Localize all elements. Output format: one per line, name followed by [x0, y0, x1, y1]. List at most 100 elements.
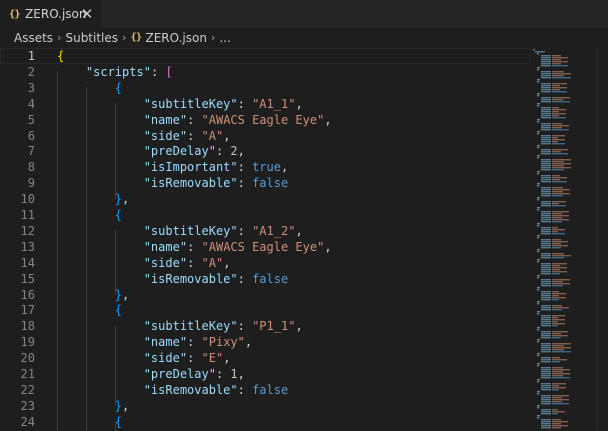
code-token: "AWACS Eagle Eye" — [201, 112, 325, 127]
close-icon[interactable]: ✕ — [78, 5, 96, 23]
minimap-line — [552, 397, 562, 399]
minimap-line — [537, 223, 540, 225]
minimap-line — [541, 91, 551, 93]
minimap-line — [552, 135, 565, 137]
code-token: 2 — [230, 144, 238, 159]
minimap-line — [552, 419, 561, 421]
line-code: "preDelay": 1, — [57, 366, 245, 382]
code-line[interactable]: 16 }, — [0, 287, 530, 303]
code-line[interactable]: 21 "preDelay": 1, — [0, 366, 530, 382]
code-token: : — [187, 128, 202, 143]
minimap-line — [552, 193, 570, 195]
line-number: 14 — [20, 255, 35, 270]
minimap-line — [537, 155, 540, 157]
code-line[interactable]: 19 "name": "Pixy", — [0, 334, 530, 350]
minimap-line — [537, 145, 540, 147]
minimap-line — [537, 119, 540, 121]
minimap[interactable] — [531, 47, 597, 431]
breadcrumb-item-assets[interactable]: Assets — [14, 31, 53, 45]
code-line[interactable]: 10 }, — [0, 191, 530, 207]
minimap-line — [552, 137, 558, 139]
code-token: : — [187, 112, 202, 127]
minimap-line — [537, 417, 539, 419]
code-token: "A" — [201, 128, 224, 143]
minimap-line — [541, 285, 551, 287]
minimap-line — [537, 301, 540, 303]
minimap-line — [541, 345, 551, 347]
code-line[interactable]: 9 "isRemovable": false — [0, 175, 530, 191]
code-token: : — [237, 382, 253, 397]
code-token: : — [237, 176, 253, 191]
line-number: 18 — [20, 319, 35, 334]
minimap-line — [552, 343, 571, 345]
code-line[interactable]: 2 "scripts": [ — [0, 64, 530, 80]
minimap-line — [537, 311, 540, 313]
minimap-line — [541, 255, 551, 257]
vertical-scrollbar[interactable] — [597, 47, 608, 431]
breadcrumb-item-subtitles[interactable]: Subtitles — [65, 31, 118, 45]
minimap-line — [537, 237, 539, 239]
minimap-line — [552, 113, 566, 115]
code-line[interactable]: 6 "side": "A", — [0, 128, 530, 144]
line-number: 10 — [20, 192, 35, 207]
code-line[interactable]: 5 "name": "AWACS Eagle Eye", — [0, 112, 530, 128]
breadcrumb-item-symbols[interactable]: ... — [219, 31, 230, 45]
code-token: false — [252, 382, 289, 397]
minimap-line — [552, 333, 561, 335]
code-line[interactable]: 23 }, — [0, 398, 530, 414]
breadcrumb: Assets › Subtitles › {} ZERO.json › ... — [0, 28, 608, 47]
minimap-line — [537, 183, 540, 185]
minimap-line — [541, 321, 551, 323]
minimap-line — [552, 411, 565, 413]
line-code: "preDelay": 2, — [57, 143, 245, 159]
code-editor[interactable]: 1{2 "scripts": [3 {4 "subtitleKey": "A1_… — [0, 47, 608, 431]
code-line[interactable]: 22 "isRemovable": false — [0, 382, 530, 398]
code-line[interactable]: 24 { — [0, 414, 530, 430]
code-line[interactable]: 12 "subtitleKey": "A1_2", — [0, 223, 530, 239]
tab-zero-json[interactable]: {} ZERO.json ✕ — [0, 0, 101, 28]
minimap-line — [552, 253, 564, 255]
minimap-line — [541, 347, 551, 349]
line-code: "subtitleKey": "A1_2", — [57, 223, 303, 239]
minimap-line — [541, 229, 551, 231]
code-line[interactable]: 3 { — [0, 80, 530, 96]
code-token: , — [295, 96, 303, 111]
minimap-line — [541, 369, 551, 371]
code-line[interactable]: 7 "preDelay": 2, — [0, 143, 530, 159]
code-line[interactable]: 14 "side": "A", — [0, 255, 530, 271]
code-token: "subtitleKey" — [143, 223, 238, 238]
minimap-line — [552, 377, 570, 379]
minimap-line — [552, 117, 566, 119]
code-line[interactable]: 17 { — [0, 302, 530, 318]
code-line[interactable]: 11 { — [0, 207, 530, 223]
minimap-line — [541, 343, 551, 345]
code-line[interactable]: 1{ — [0, 48, 530, 64]
code-line[interactable]: 4 "subtitleKey": "A1_1", — [0, 96, 530, 112]
minimap-line — [541, 401, 551, 403]
minimap-line — [552, 129, 569, 131]
minimap-line — [541, 117, 551, 119]
minimap-line — [541, 271, 551, 273]
code-line[interactable]: 13 "name": "AWACS Eagle Eye", — [0, 239, 530, 255]
minimap-line — [552, 367, 563, 369]
minimap-line — [541, 89, 551, 91]
minimap-line — [541, 425, 551, 427]
code-line[interactable]: 20 "side": "E", — [0, 350, 530, 366]
minimap-line — [552, 375, 563, 377]
code-line[interactable]: 18 "subtitleKey": "P1_1", — [0, 318, 530, 334]
code-line[interactable]: 8 "isImportant": true, — [0, 159, 530, 175]
breadcrumb-item-file[interactable]: ZERO.json — [145, 31, 206, 45]
line-code: { — [57, 414, 122, 430]
minimap-line — [541, 335, 551, 337]
code-token: "scripts" — [85, 64, 151, 79]
minimap-line — [541, 427, 551, 429]
minimap-line — [552, 71, 564, 73]
minimap-line — [541, 71, 551, 73]
minimap-line — [541, 351, 551, 353]
line-number: 1 — [27, 49, 35, 63]
code-token: { — [57, 49, 65, 63]
minimap-line — [541, 201, 551, 203]
code-line[interactable]: 15 "isRemovable": false — [0, 271, 530, 287]
